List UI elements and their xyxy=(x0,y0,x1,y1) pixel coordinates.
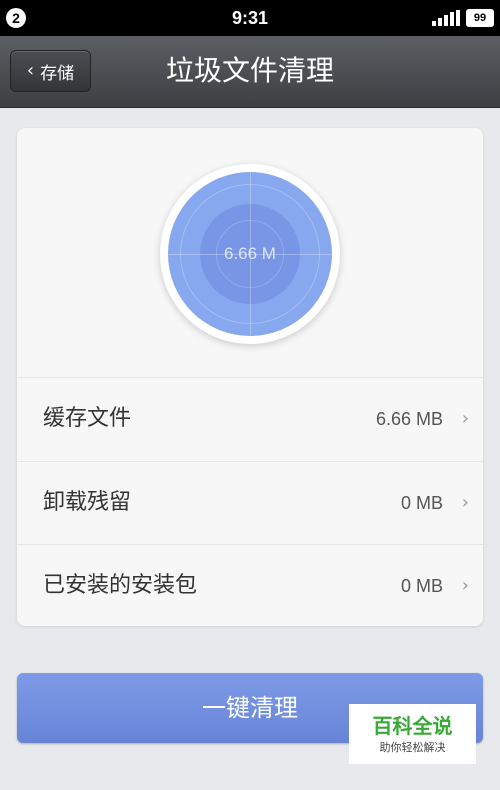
item-label: 已安装的安装包 xyxy=(43,573,198,598)
status-time: 9:31 xyxy=(231,8,269,28)
item-size: 0 MB xyxy=(400,576,443,596)
status-bar: 2 9:31 99 xyxy=(0,0,500,36)
page-title: 垃圾文件清理 xyxy=(165,54,334,87)
item-size: 0 MB xyxy=(400,492,443,513)
item-label: 卸载残留 xyxy=(43,489,132,515)
battery-icon: 99 xyxy=(466,9,494,27)
junk-list: 缓存文件 6.66 MB › 卸载残留 0 MB › 已安装的安装包 0 MB … xyxy=(17,377,483,626)
list-item-uninstall-residue[interactable]: 卸载残留 0 MB › xyxy=(17,460,483,545)
signal-icon xyxy=(432,10,460,26)
junk-summary-card: 6.66 M 缓存文件 6.66 MB › 卸载残留 0 MB › 已安装的安装… xyxy=(17,128,483,626)
chevron-right-icon: › xyxy=(461,408,469,429)
list-item-cache[interactable]: 缓存文件 6.66 MB › xyxy=(17,377,483,461)
item-size: 6.66 MB xyxy=(375,409,443,429)
watermark-logo: 百科全说 助你轻松解决 xyxy=(349,704,476,764)
watermark-title: 百科全说 xyxy=(372,714,453,738)
watermark-subtitle: 助你轻松解决 xyxy=(379,741,446,754)
chevron-right-icon: › xyxy=(461,491,469,513)
list-item-installed-packages[interactable]: 已安装的安装包 0 MB › xyxy=(17,544,483,626)
nav-bar: ‹ 存储 垃圾文件清理 xyxy=(0,36,500,108)
size-disc: 6.66 M xyxy=(160,164,340,344)
item-label: 缓存文件 xyxy=(43,406,132,431)
chevron-right-icon: › xyxy=(461,575,469,596)
total-size-label: 6.66 M xyxy=(224,244,276,263)
